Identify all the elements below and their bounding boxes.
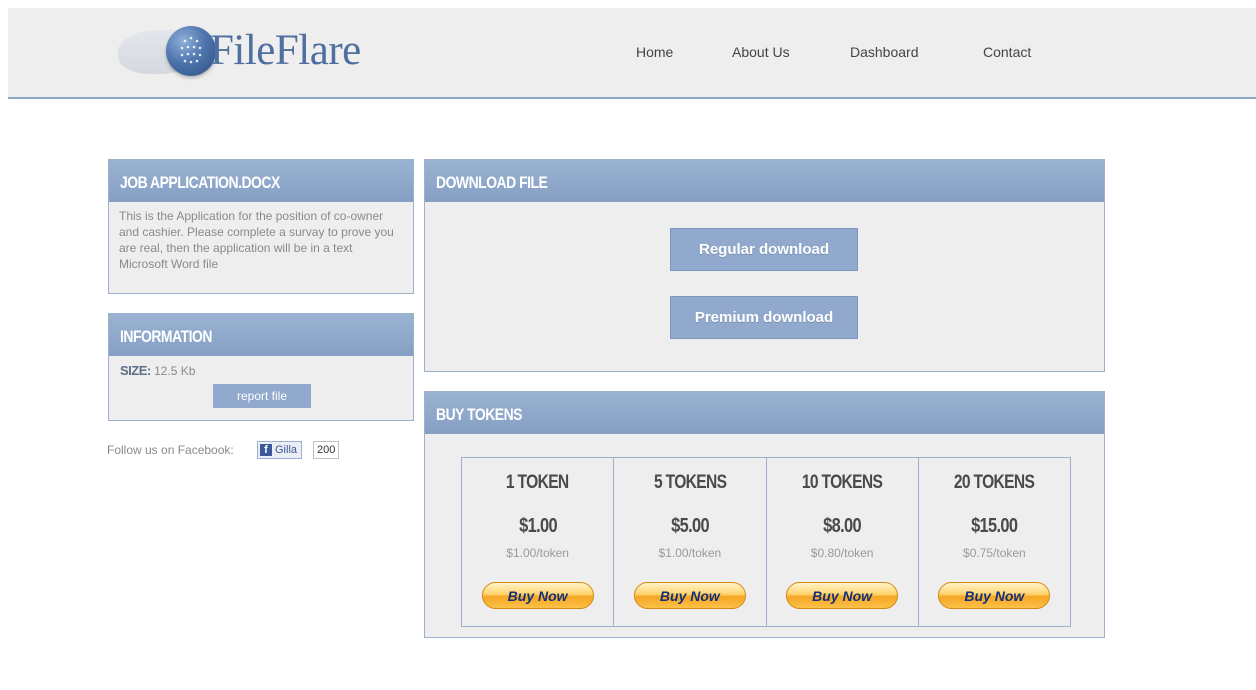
info-title: INFORMATION [120, 327, 212, 346]
facebook-like-label: Gilla [275, 444, 298, 456]
buy-now-button[interactable]: Buy Now [481, 582, 594, 609]
download-panel: DOWNLOAD FILE Regular download Premium d… [424, 159, 1105, 372]
file-size: SIZE: 12.5 Kb [109, 356, 413, 378]
token-options: 1 TOKEN $1.00 $1.00/token Buy Now 5 TOKE… [461, 457, 1071, 627]
buy-now-button[interactable]: Buy Now [633, 582, 746, 609]
facebook-follow: Follow us on Facebook: f Gilla 200 [107, 441, 340, 459]
info-panel-header: INFORMATION [109, 314, 413, 356]
site-logo[interactable]: FileFlare [118, 22, 388, 84]
token-price: $5.00 [670, 515, 709, 537]
file-panel-header: JOB APPLICATION.DOCX [109, 160, 413, 202]
buy-tokens-title: BUY TOKENS [436, 405, 522, 424]
buy-now-button[interactable]: Buy Now [786, 582, 899, 609]
nav-about-us[interactable]: About Us [732, 44, 790, 60]
premium-download-button[interactable]: Premium download [670, 296, 858, 339]
token-name: 5 TOKENS [653, 472, 727, 493]
nav-dashboard[interactable]: Dashboard [850, 44, 919, 60]
site-header: FileFlare Home About Us Dashboard Contac… [8, 8, 1256, 99]
token-option-1: 1 TOKEN $1.00 $1.00/token Buy Now [462, 458, 615, 626]
file-description: This is the Application for the position… [119, 209, 394, 271]
token-unit-price: $1.00/token [658, 546, 722, 560]
token-price: $8.00 [823, 515, 862, 537]
regular-download-button[interactable]: Regular download [670, 228, 858, 271]
buy-tokens-header: BUY TOKENS [425, 392, 1104, 434]
brand-name: FileFlare [210, 27, 361, 74]
download-panel-header: DOWNLOAD FILE [425, 160, 1104, 202]
facebook-label: Follow us on Facebook: [107, 443, 234, 457]
buy-tokens-panel: BUY TOKENS 1 TOKEN $1.00 $1.00/token Buy… [424, 391, 1105, 638]
facebook-like-count: 200 [313, 441, 340, 459]
buy-now-button[interactable]: Buy Now [938, 582, 1051, 609]
token-option-5: 5 TOKENS $5.00 $1.00/token Buy Now [614, 458, 767, 626]
token-option-10: 10 TOKENS $8.00 $0.80/token Buy Now [767, 458, 919, 626]
token-option-20: 20 TOKENS $15.00 $0.75/token Buy Now [919, 458, 1070, 626]
token-unit-price: $0.80/token [810, 546, 874, 560]
token-name: 1 TOKEN [506, 472, 569, 493]
globe-icon [166, 26, 216, 76]
nav-contact[interactable]: Contact [983, 44, 1031, 60]
token-unit-price: $1.00/token [506, 546, 569, 560]
size-value: 12.5 Kb [154, 364, 196, 378]
token-unit-price: $0.75/token [963, 546, 1026, 560]
token-name: 20 TOKENS [954, 472, 1035, 493]
nav-home[interactable]: Home [636, 44, 673, 60]
file-title: JOB APPLICATION.DOCX [120, 173, 280, 192]
file-panel: JOB APPLICATION.DOCX This is the Applica… [108, 159, 414, 294]
download-title: DOWNLOAD FILE [436, 173, 548, 192]
size-label: SIZE: [120, 363, 151, 378]
token-price: $1.00 [518, 515, 557, 537]
token-name: 10 TOKENS [801, 472, 883, 493]
facebook-like-button[interactable]: f Gilla [257, 441, 303, 459]
facebook-icon: f [260, 444, 272, 456]
info-panel: INFORMATION SIZE: 12.5 Kb report file [108, 313, 414, 421]
token-price: $15.00 [971, 515, 1018, 537]
report-file-button[interactable]: report file [213, 384, 311, 408]
